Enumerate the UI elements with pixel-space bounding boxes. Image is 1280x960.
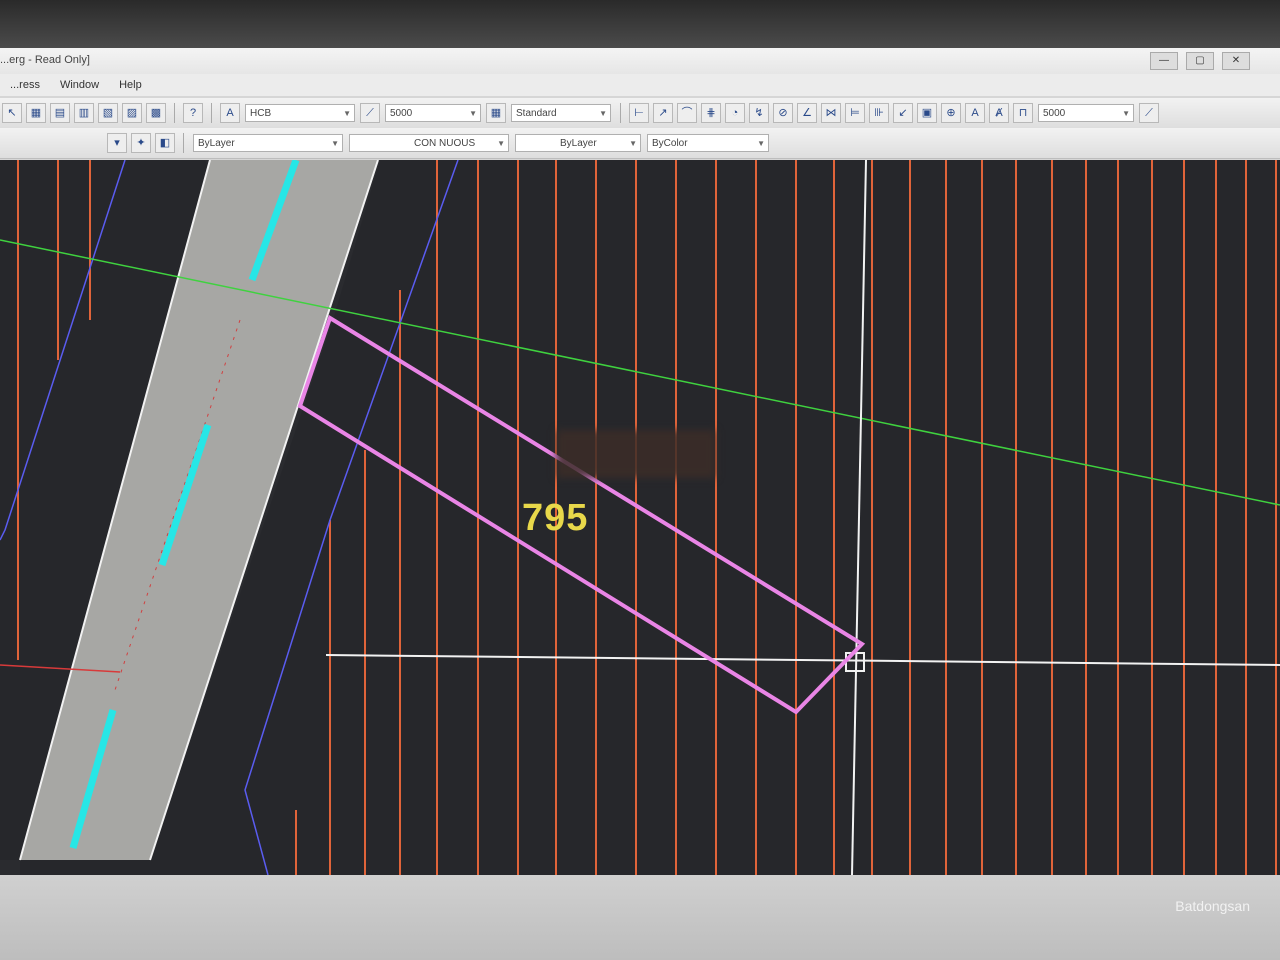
linear-dimension-icon[interactable]: ⊢ [629,103,649,123]
text-style-select[interactable]: HCB ▼ [245,104,355,122]
quick-dimension-icon[interactable]: ⋈ [821,103,841,123]
standard-toolbar: ↖ ▦ ▤ ▥ ▧ ▨ ▩ ? A HCB ▼ ⟋ 5000 ▼ ▦ Stand… [0,98,1280,129]
cad-drawing[interactable] [0,160,1280,875]
plot-style-select[interactable]: ByColor ▼ [647,134,769,152]
arc-length-icon[interactable]: ⌒ [677,103,697,123]
dimension-text-edit-icon[interactable]: Ⱥ [989,103,1009,123]
zoom-previous-icon[interactable]: ▤ [50,103,70,123]
quick-leader-icon[interactable]: ↙ [893,103,913,123]
style-select[interactable]: Standard ▼ [511,104,611,122]
radius-dimension-icon[interactable]: ◔ [725,103,745,123]
properties-icon[interactable]: ▥ [74,103,94,123]
layer-states-icon[interactable]: ◧ [155,133,175,153]
plot-style-value: ByColor [652,138,688,149]
right-scale-value: 5000 [1043,108,1066,119]
menu-item-help[interactable]: Help [109,79,152,91]
design-center-icon[interactable]: ▧ [98,103,118,123]
maximize-button[interactable]: ▢ [1186,52,1214,70]
aligned-dimension-icon[interactable]: ↗ [653,103,673,123]
angular-dimension-icon[interactable]: ∠ [797,103,817,123]
chevron-down-icon: ▼ [757,139,765,148]
road-surface [20,160,378,860]
menu-item-window[interactable]: Window [50,79,109,91]
menu-bar: ...ress Window Help [0,74,1280,96]
ordinate-dimension-icon[interactable]: ⋕ [701,103,721,123]
linetype-value: CON NUOUS [414,138,476,149]
dim-scale-select[interactable]: 5000 ▼ [385,104,481,122]
baseline-dimension-icon[interactable]: ⊨ [845,103,865,123]
chevron-down-icon: ▼ [1122,109,1130,118]
center-mark-icon[interactable]: ⊕ [941,103,961,123]
toolbar-separator [183,133,184,153]
layer-previous-icon[interactable]: ▾ [107,133,127,153]
toolbar-separator [211,103,212,123]
menu-item-express[interactable]: ...ress [0,79,50,91]
screen: ...erg - Read Only] — ▢ ✕ ...ress Window… [0,0,1280,960]
crosshair-vertical [851,160,867,875]
jogged-dimension-icon[interactable]: ↯ [749,103,769,123]
watermark: Batdongsan [1175,898,1250,914]
right-scale-select[interactable]: 5000 ▼ [1038,104,1134,122]
dim-scale-value: 5000 [390,108,413,119]
tolerance-icon[interactable]: ▣ [917,103,937,123]
title-bar: ...erg - Read Only] — ▢ ✕ [0,48,1280,74]
close-button[interactable]: ✕ [1222,52,1250,70]
tool-palette-icon[interactable]: ▨ [122,103,142,123]
calculator-icon[interactable]: ▩ [146,103,166,123]
window-controls: — ▢ ✕ [1150,52,1250,70]
text-style-icon[interactable]: A [220,103,240,123]
dimension-update-icon[interactable]: ⊓ [1013,103,1033,123]
continue-dimension-icon[interactable]: ⊪ [869,103,889,123]
minimize-button[interactable]: — [1150,52,1178,70]
monitor-bezel [0,0,1280,48]
chevron-down-icon: ▼ [343,109,351,118]
style-value: Standard [516,108,557,119]
lineweight-value: ByLayer [560,138,597,149]
lineweight-select[interactable]: ByLayer ▼ [515,134,641,152]
diameter-dimension-icon[interactable]: ⊘ [773,103,793,123]
monitor-bezel-bottom [0,875,1280,960]
table-style-icon[interactable]: ▦ [486,103,506,123]
pan-icon[interactable]: ↖ [2,103,22,123]
chevron-down-icon: ▼ [497,139,505,148]
lot-number-label: 795 [522,497,589,539]
dim-style-manager-icon[interactable]: ⟋ [1139,103,1159,123]
chevron-down-icon: ▼ [599,109,607,118]
dimension-edit-icon[interactable]: A [965,103,985,123]
chevron-down-icon: ▼ [331,139,339,148]
make-object-layer-current-icon[interactable]: ✦ [131,133,151,153]
redacted-label [556,430,716,478]
toolbar-separator [174,103,175,123]
crosshair-horizontal [325,654,1280,666]
toolbar-separator [620,103,621,123]
text-style-value: HCB [250,108,272,119]
linetype-select[interactable]: CON NUOUS ▼ [349,134,509,152]
window-title: ...erg - Read Only] [0,54,90,66]
layer-select[interactable]: ByLayer ▼ [193,134,343,152]
layer-value: ByLayer [198,138,235,149]
chevron-down-icon: ▼ [629,139,637,148]
drawing-canvas[interactable]: 795 [0,160,1280,875]
chevron-down-icon: ▼ [469,109,477,118]
help-icon[interactable]: ? [183,103,203,123]
layers-properties-toolbar: ▾ ✦ ◧ ByLayer ▼ CON NUOUS ▼ ByLayer ▼ By… [0,128,1280,159]
dim-style-icon[interactable]: ⟋ [360,103,380,123]
zoom-window-icon[interactable]: ▦ [26,103,46,123]
